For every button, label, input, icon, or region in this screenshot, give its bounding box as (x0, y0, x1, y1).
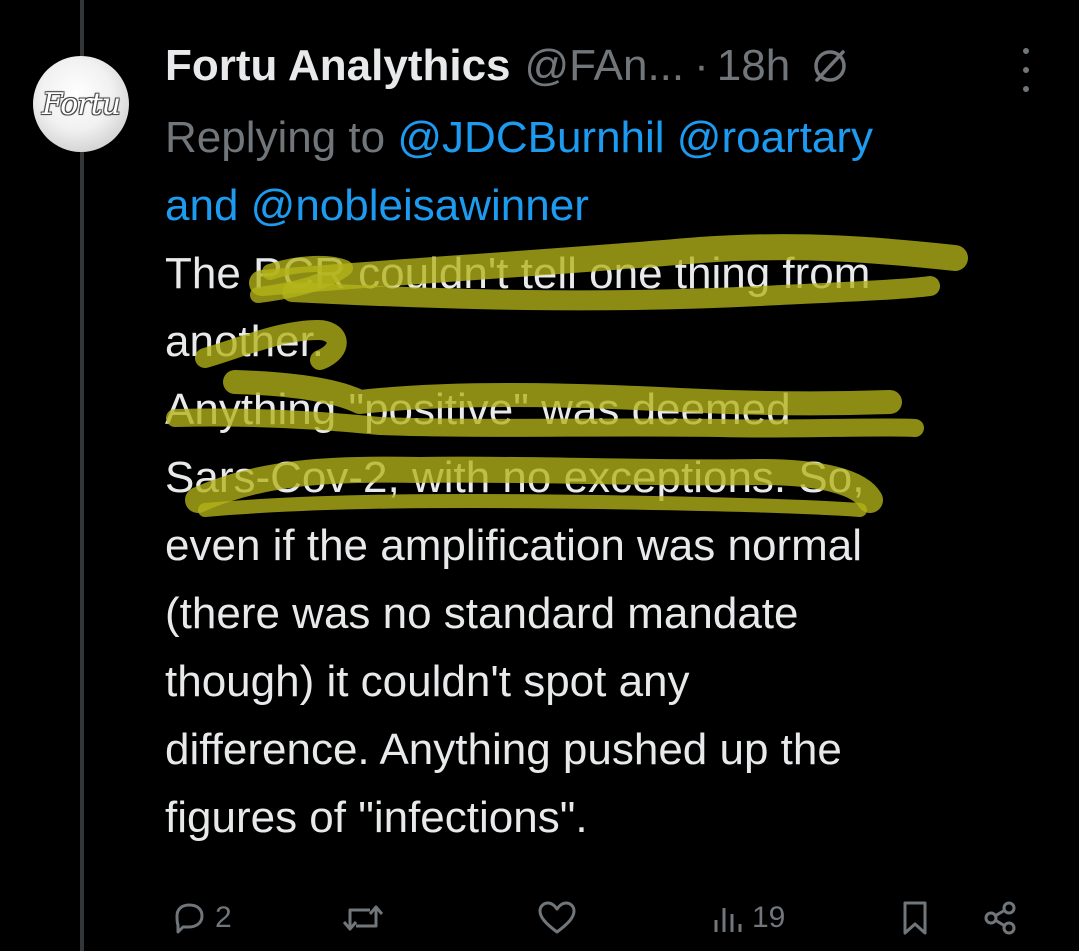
avatar-logo: Fortu (42, 86, 121, 122)
tweet-text-line: Sars-Cov-2, with no exceptions. So, (165, 453, 865, 502)
retweet-button[interactable] (340, 890, 392, 946)
and-connector[interactable]: and (165, 181, 238, 230)
views-bar-chart-icon (714, 908, 742, 932)
bookmark-icon (903, 901, 927, 935)
replying-to-label: Replying to (165, 113, 386, 162)
tweet-text-line: Anything "positive" was deemed (165, 385, 791, 434)
share-icon (984, 901, 1016, 935)
mention-link-jdcburnhil[interactable]: @JDCBurnhil (397, 113, 664, 162)
no-entry-icon (810, 46, 850, 86)
tweet-text-line: though) it couldn't spot any (165, 657, 690, 706)
user-handle[interactable]: @FAn... (525, 41, 685, 91)
reply-button[interactable]: 2 (169, 890, 232, 946)
views-button[interactable]: 19 (710, 890, 785, 946)
views-count: 19 (752, 901, 786, 934)
reply-context: Replying to @JDCBurnhil @roartary and @n… (165, 104, 1065, 240)
tweet-text-line: (there was no standard mandate (165, 589, 799, 638)
tweet-text-line: even if the amplification was normal (165, 521, 862, 570)
share-button[interactable] (980, 890, 1020, 946)
tweet-actions: 2 19 (165, 890, 1045, 946)
tweet-text-line: difference. Anything pushed up the (165, 725, 842, 774)
separator-dot: · (694, 41, 709, 90)
mention-link-roartary[interactable]: @roartary (677, 113, 873, 162)
tweet-text-line: another. (165, 317, 325, 366)
display-name[interactable]: Fortu Analythics (165, 41, 511, 91)
tweet-header: Fortu Analythics @FAn... · 18h (165, 38, 1045, 94)
mention-link-nobleisawinner[interactable]: @nobleisawinner (251, 181, 589, 230)
reply-count: 2 (215, 901, 232, 934)
reply-icon (175, 903, 204, 934)
avatar[interactable]: Fortu (33, 56, 129, 152)
heart-icon (538, 901, 576, 934)
more-vertical-icon[interactable] (1014, 48, 1038, 92)
retweet-icon (342, 905, 384, 931)
tweet-text: The PCR couldn't tell one thing from ano… (165, 240, 1065, 852)
bookmark-button[interactable] (895, 890, 935, 946)
timestamp[interactable]: 18h (717, 41, 790, 91)
tweet-text-line: figures of "infections". (165, 793, 588, 842)
like-button[interactable] (535, 890, 585, 946)
tweet-text-line: The PCR couldn't tell one thing from (165, 249, 871, 298)
